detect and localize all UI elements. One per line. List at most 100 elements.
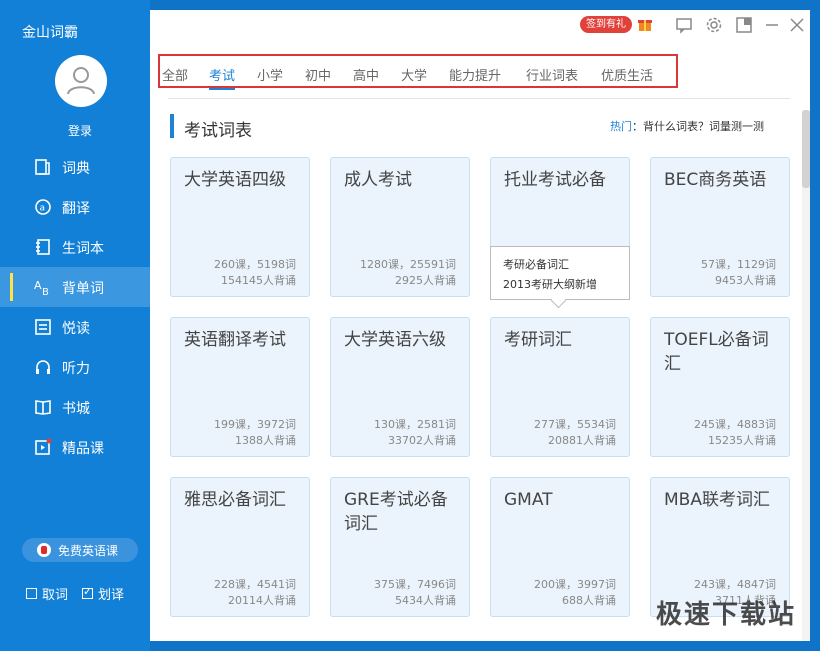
wordlist-card[interactable]: 大学英语六级 130课，2581词 33702人背诵: [330, 317, 470, 457]
close-icon[interactable]: [788, 16, 806, 34]
card-reader-count: 33702人背诵: [388, 434, 456, 447]
card-title: 大学英语四级: [184, 170, 286, 190]
sidebar-item-label: 词典: [62, 161, 90, 177]
feedback-icon[interactable]: [675, 16, 693, 34]
card-reader-count: 1388人背诵: [235, 434, 296, 447]
card-title: 雅思必备词汇: [184, 490, 286, 510]
wordlist-card[interactable]: 英语翻译考试 199课，3972词 1388人背诵: [170, 317, 310, 457]
app-title: 金山词霸: [22, 25, 78, 41]
course-badge-icon: [37, 543, 51, 557]
wordlist-card[interactable]: GMAT 200课，3997词 688人背诵: [490, 477, 630, 617]
capture-options: 取词 划译: [26, 584, 124, 603]
free-english-course-button[interactable]: 免费英语课: [22, 538, 138, 562]
card-title: GMAT: [504, 490, 553, 510]
sidebar: 金山词霸 登录 词典 a 翻译 生词本 AB 背单词 悦读 听力 书城 精品课 …: [0, 0, 150, 651]
hot-link-text[interactable]: ：背什么词表？词量测一测: [632, 120, 764, 133]
tooltip-line: 考研必备词汇: [503, 258, 569, 271]
card-lesson-count: 228课，4541词: [214, 578, 296, 591]
card-lesson-count: 130课，2581词: [374, 418, 456, 431]
card-reader-count: 20114人背诵: [228, 594, 296, 607]
hot-label: 热门: [610, 120, 632, 133]
card-title: 英语翻译考试: [184, 330, 286, 350]
recite-words-icon: AB: [34, 279, 49, 296]
gear-icon[interactable]: [705, 16, 723, 34]
card-title: 成人考试: [344, 170, 412, 190]
divider: [168, 98, 790, 99]
card-title: GRE考试必备词汇: [344, 490, 448, 534]
book-icon: [35, 400, 51, 415]
card-reader-count: 20881人背诵: [548, 434, 616, 447]
free-course-label: 免费英语课: [58, 543, 119, 558]
card-title: TOEFL必备词汇: [664, 330, 769, 374]
sidebar-item-recite-words[interactable]: AB 背单词: [0, 267, 150, 307]
tab-industry-wordlists[interactable]: 行业词表: [526, 65, 578, 84]
wordlist-card[interactable]: GRE考试必备词汇 375课，7496词 5434人背诵: [330, 477, 470, 617]
sidebar-item-reading[interactable]: 悦读: [0, 307, 150, 347]
category-tabs: 全部 考试 小学 初中 高中 大学 能力提升 行业词表 优质生活: [158, 54, 678, 90]
gift-icon[interactable]: [638, 17, 652, 32]
scrollbar-thumb[interactable]: [802, 110, 810, 188]
sidebar-item-bookstore[interactable]: 书城: [0, 387, 150, 427]
translate-icon: a: [35, 199, 51, 215]
capture-word-checkbox[interactable]: 取词: [26, 584, 68, 603]
card-reader-count: 154145人背诵: [221, 274, 296, 287]
tooltip-line: 2013考研大纲新增: [503, 278, 597, 291]
wordlist-card[interactable]: 考研词汇 277课，5534词 20881人背诵: [490, 317, 630, 457]
card-reader-count: 15235人背诵: [708, 434, 776, 447]
sidebar-nav: 词典 a 翻译 生词本 AB 背单词 悦读 听力 书城 精品课: [0, 147, 150, 467]
card-lesson-count: 199课，3972词: [214, 418, 296, 431]
select-translate-checkbox[interactable]: 划译: [82, 584, 124, 603]
sidebar-item-label: 听力: [62, 361, 90, 377]
wordlist-card[interactable]: BEC商务英语 57课，1129词 9453人背诵: [650, 157, 790, 297]
sidebar-item-wordbook[interactable]: 生词本: [0, 227, 150, 267]
sidebar-item-label: 背单词: [62, 281, 104, 297]
card-reader-count: 9453人背诵: [715, 274, 776, 287]
sidebar-item-label: 悦读: [62, 321, 90, 337]
tab-exam[interactable]: 考试: [209, 65, 236, 90]
tab-quality-life[interactable]: 优质生活: [601, 65, 653, 84]
wordlist-card[interactable]: 大学英语四级 260课，5198词 154145人背诵: [170, 157, 310, 297]
minimize-icon[interactable]: [763, 16, 781, 34]
sidebar-item-courses[interactable]: 精品课: [0, 427, 150, 467]
hot-links[interactable]: 热门：背什么词表？词量测一测: [610, 118, 764, 134]
signin-reward-badge[interactable]: 签到有礼: [580, 16, 632, 33]
checkbox-checked-icon: [82, 585, 94, 599]
user-icon: [67, 67, 95, 95]
dictionary-icon: [35, 159, 50, 175]
tab-senior-high[interactable]: 高中: [353, 65, 379, 84]
tab-skill-improvement[interactable]: 能力提升: [449, 65, 501, 84]
sidebar-item-dictionary[interactable]: 词典: [0, 147, 150, 187]
card-lesson-count: 245课，4883词: [694, 418, 776, 431]
section-marker: [170, 114, 174, 138]
title-bar-controls: 签到有礼: [550, 10, 810, 44]
sidebar-item-translate[interactable]: a 翻译: [0, 187, 150, 227]
svg-text:B: B: [42, 287, 49, 296]
wordlist-card[interactable]: 成人考试 1280课，25591词 2925人背诵: [330, 157, 470, 297]
tab-junior-high[interactable]: 初中: [305, 65, 331, 84]
wordlist-card[interactable]: 雅思必备词汇 228课，4541词 20114人背诵: [170, 477, 310, 617]
sidebar-item-label: 生词本: [62, 241, 104, 257]
card-lesson-count: 277课，5534词: [534, 418, 616, 431]
card-title: MBA联考词汇: [664, 490, 770, 510]
tab-all[interactable]: 全部: [162, 65, 188, 84]
card-title: 托业考试必备: [504, 170, 606, 190]
sidebar-item-label: 翻译: [62, 201, 90, 217]
tab-university[interactable]: 大学: [401, 65, 427, 84]
scrollbar-track[interactable]: [802, 110, 810, 641]
card-lesson-count: 200课，3997词: [534, 578, 616, 591]
card-lesson-count: 260课，5198词: [214, 258, 296, 271]
svg-text:a: a: [40, 204, 46, 214]
wordlist-card[interactable]: TOEFL必备词汇 245课，4883词 15235人背诵: [650, 317, 790, 457]
card-lesson-count: 1280课，25591词: [360, 258, 456, 271]
mini-mode-icon[interactable]: [735, 16, 753, 34]
card-title: 考研词汇: [504, 330, 572, 350]
sidebar-item-label: 书城: [62, 401, 90, 417]
tab-primary-school[interactable]: 小学: [257, 65, 283, 84]
card-reader-count: 688人背诵: [562, 594, 616, 607]
login-link[interactable]: 登录: [0, 122, 160, 139]
sidebar-item-listening[interactable]: 听力: [0, 347, 150, 387]
avatar[interactable]: [55, 55, 107, 107]
card-reader-count: 5434人背诵: [395, 594, 456, 607]
section-title: 考试词表: [184, 121, 252, 141]
checkbox-unchecked-icon: [26, 588, 37, 599]
